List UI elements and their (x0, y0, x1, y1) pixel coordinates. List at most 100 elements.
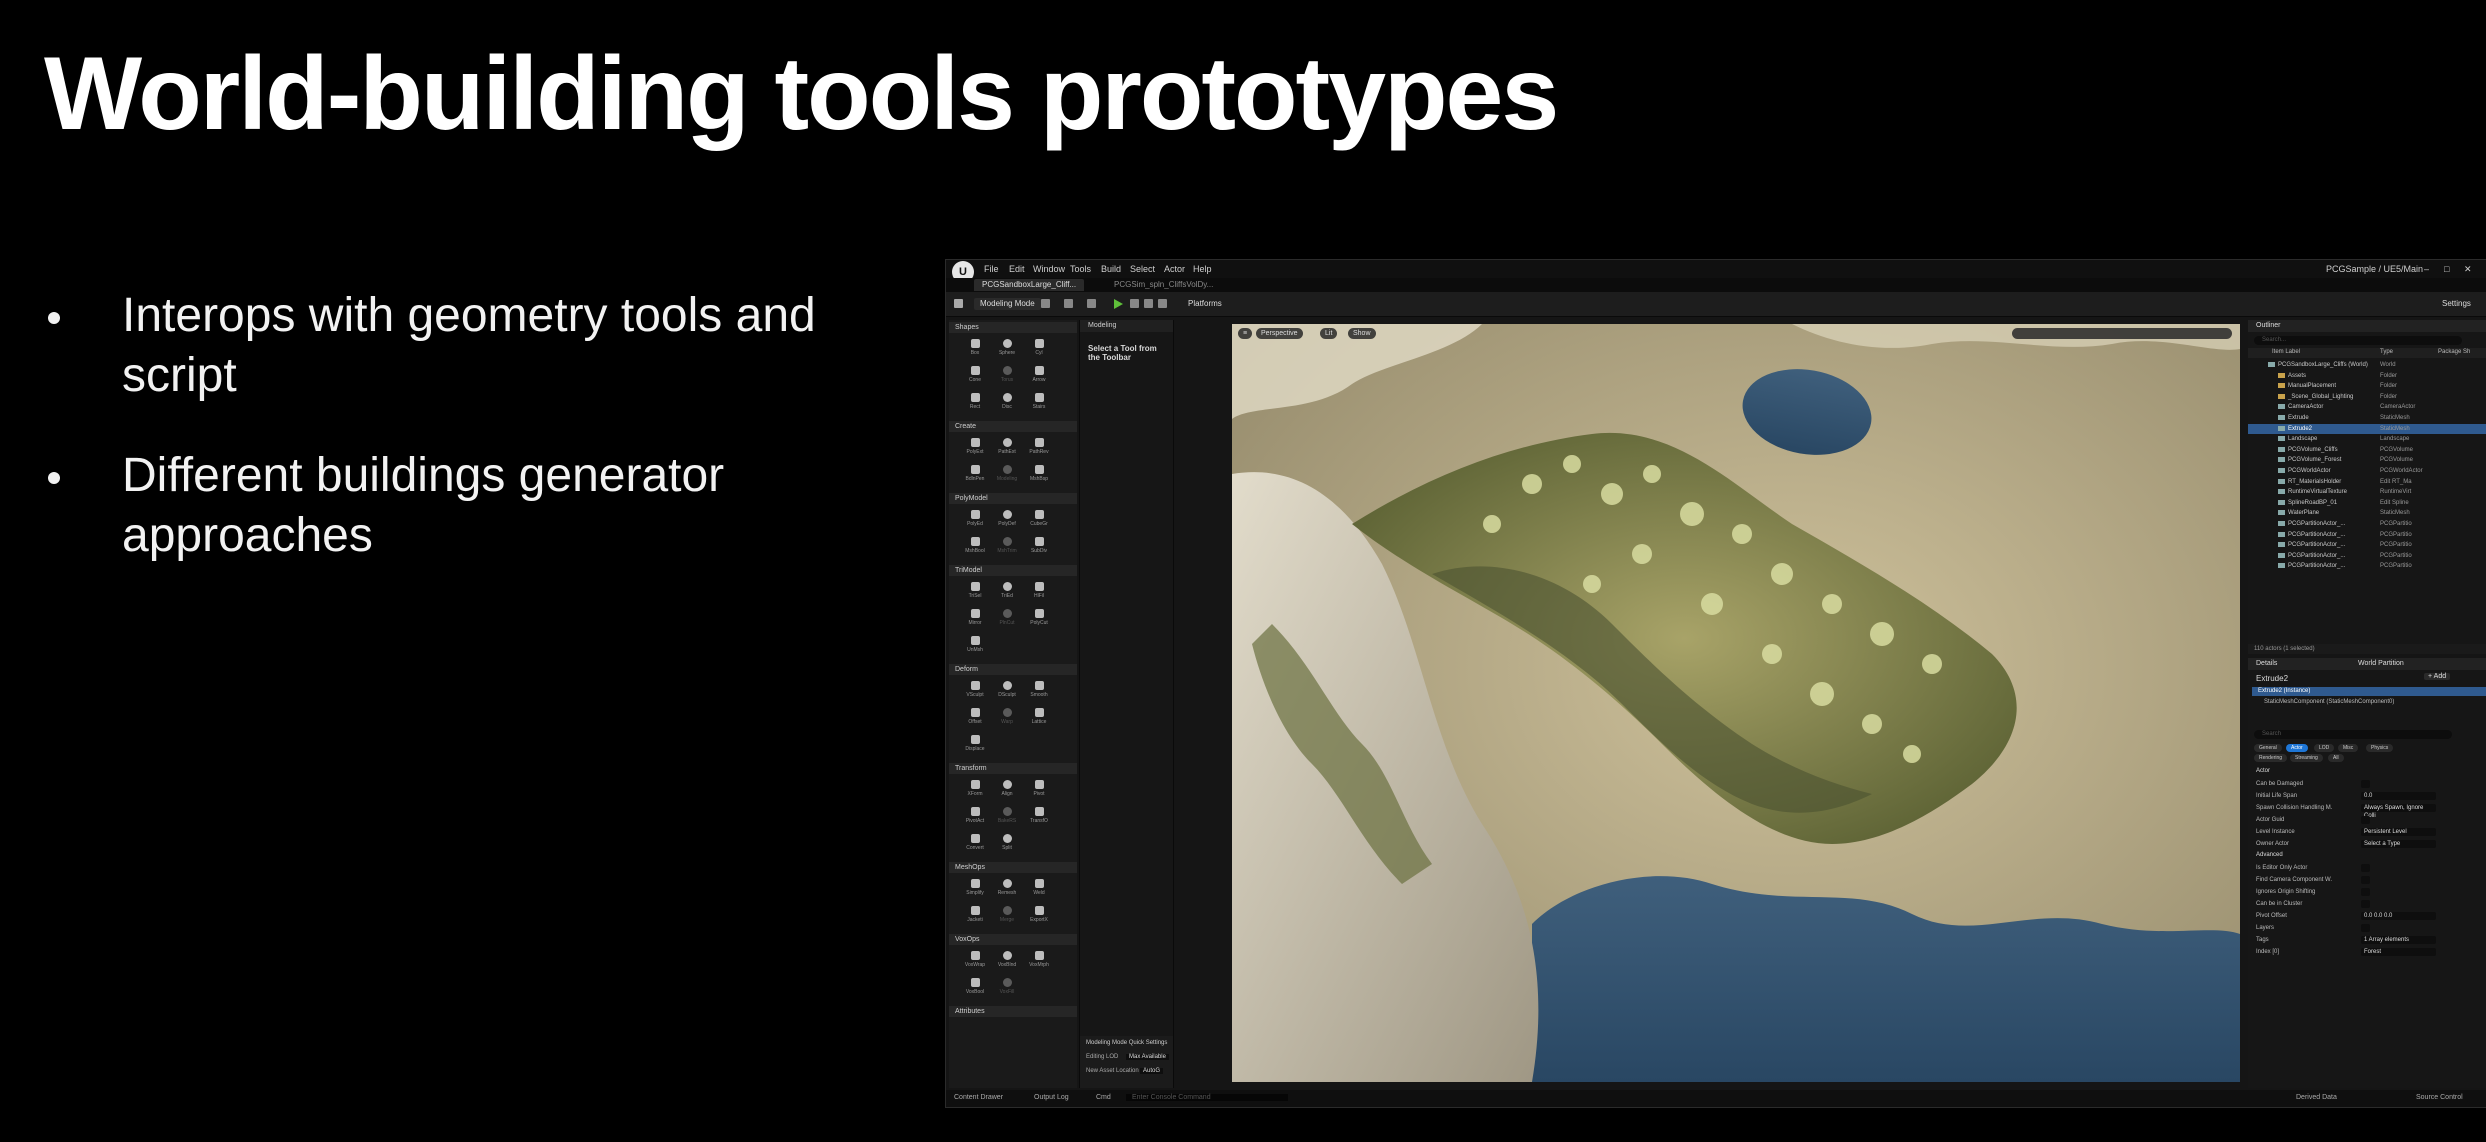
details-tab[interactable]: Details (2256, 660, 2277, 667)
menu-file[interactable]: File (984, 264, 999, 274)
palette-tool-button[interactable]: PathRev (1023, 435, 1055, 462)
cmd-dropdown[interactable]: Cmd (1096, 1094, 1111, 1101)
add-component-button[interactable]: + Add (2424, 673, 2451, 680)
property-value[interactable]: 0.0 (2361, 792, 2436, 800)
palette-tool-button[interactable]: PathExt (991, 435, 1023, 462)
palette-category[interactable]: Shapes (949, 322, 1077, 333)
menu-help[interactable]: Help (1193, 264, 1212, 274)
menu-window[interactable]: Window (1033, 264, 1065, 274)
blueprint-icon[interactable] (1064, 299, 1073, 308)
source-control-button[interactable]: Source Control (2416, 1094, 2463, 1101)
outliner-row[interactable]: Extrude2 StaticMesh (2248, 423, 2486, 434)
new-asset-location-select[interactable]: AutoG (1140, 1068, 1164, 1074)
palette-tool-button[interactable]: BakeRS (991, 804, 1023, 831)
property-value[interactable]: Forest (2361, 948, 2436, 956)
stop-icon[interactable] (1144, 299, 1153, 308)
palette-tool-button[interactable]: MshBool (959, 534, 991, 561)
perspective-button[interactable]: Perspective (1256, 328, 1303, 339)
content-drawer-button[interactable]: Content Drawer (954, 1094, 1003, 1101)
property-checkbox[interactable] (2361, 816, 2370, 824)
palette-tool-button[interactable]: Offset (959, 705, 991, 732)
palette-tool-button[interactable]: BdlnPen (959, 462, 991, 489)
palette-tool-button[interactable]: VoxWrap (959, 948, 991, 975)
palette-tool-button[interactable]: ExportX (1023, 903, 1055, 930)
property-checkbox[interactable] (2361, 864, 2370, 872)
palette-tool-button[interactable]: Cone (959, 363, 991, 390)
sequencer-icon[interactable] (1087, 299, 1096, 308)
palette-tool-button[interactable]: PolyEd (959, 507, 991, 534)
palette-category[interactable]: Create (949, 421, 1077, 432)
palette-tool-button[interactable]: VoxMrph (1023, 948, 1055, 975)
console-input[interactable]: Enter Console Command (1126, 1094, 1288, 1101)
palette-category[interactable]: Deform (949, 664, 1077, 675)
filter-chip[interactable]: Actor (2286, 744, 2308, 752)
palette-tool-button[interactable]: UnMsh (959, 633, 991, 660)
outliner-row[interactable]: PCGWorldActor PCGWorldActor (2248, 466, 2486, 476)
output-log-button[interactable]: Output Log (1034, 1094, 1069, 1101)
palette-tool-button[interactable]: MshBsp (1023, 462, 1055, 489)
palette-tool-button[interactable]: Smooth (1023, 678, 1055, 705)
property-value[interactable]: 0.0 0.0 0.0 (2361, 912, 2436, 920)
column-package[interactable]: Package Sh (2438, 349, 2470, 355)
palette-tool-button[interactable]: CubeGr (1023, 507, 1055, 534)
outliner-row[interactable]: PCGPartitionActor_... PCGPartitio (2248, 540, 2486, 550)
section-actor-header[interactable]: Actor (2256, 768, 2270, 774)
filter-chip[interactable]: Physics (2366, 744, 2394, 752)
section-advanced-header[interactable]: Advanced (2256, 852, 2283, 858)
save-icon[interactable] (954, 299, 963, 308)
outliner-row[interactable]: _Scene_Global_Lighting Folder (2248, 392, 2486, 402)
viewport-transform-toolbar[interactable] (2012, 328, 2232, 339)
mode-dropdown[interactable]: Modeling Mode (974, 298, 1041, 310)
filter-chip[interactable]: All (2328, 754, 2344, 762)
palette-tool-button[interactable]: Modeling (991, 462, 1023, 489)
property-checkbox[interactable] (2361, 900, 2370, 908)
palette-tool-button[interactable]: Torus (991, 363, 1023, 390)
outliner-row[interactable]: PCGSandboxLarge_Cliffs (World) World (2248, 360, 2486, 370)
palette-category[interactable]: Transform (949, 763, 1077, 774)
column-item-label[interactable]: Item Label (2272, 349, 2300, 355)
palette-tool-button[interactable]: PolyDef (991, 507, 1023, 534)
palette-tool-button[interactable]: VoxBool (959, 975, 991, 1002)
add-actor-icon[interactable] (1041, 299, 1050, 308)
palette-tool-button[interactable]: PlnCut (991, 606, 1023, 633)
editing-lod-select[interactable]: Max Available (1126, 1054, 1169, 1060)
filter-chip[interactable]: General (2254, 744, 2282, 752)
palette-tool-button[interactable]: Lattice (1023, 705, 1055, 732)
outliner-row[interactable]: SplineRoadBP_01 Edit Spline (2248, 498, 2486, 508)
palette-tool-button[interactable]: Cyl (1023, 336, 1055, 363)
platforms-button[interactable]: Platforms (1182, 298, 1228, 310)
column-type[interactable]: Type (2380, 349, 2393, 355)
palette-category[interactable]: TriModel (949, 565, 1077, 576)
minimize-icon[interactable]: – (2424, 264, 2429, 274)
outliner-row[interactable]: PCGVolume_Forest PCGVolume (2248, 455, 2486, 465)
viewport-menu-icon[interactable]: ≡ (1238, 328, 1253, 339)
palette-tool-button[interactable]: Arrow (1023, 363, 1055, 390)
palette-tool-button[interactable]: Pivot (1023, 777, 1055, 804)
property-value[interactable]: Persistent Level (2361, 828, 2436, 836)
maximize-icon[interactable]: □ (2444, 264, 2449, 274)
filter-chip[interactable]: LOD (2314, 744, 2335, 752)
eject-icon[interactable] (1158, 299, 1167, 308)
filter-chip[interactable]: Streaming (2290, 754, 2323, 762)
palette-tool-button[interactable]: Displace (959, 732, 991, 759)
palette-tool-button[interactable]: Weld (1023, 876, 1055, 903)
outliner-row[interactable]: Extrude StaticMesh (2248, 413, 2486, 423)
outliner-search-input[interactable]: Search... (2254, 336, 2462, 345)
outliner-row[interactable]: PCGPartitionActor_... PCGPartitio (2248, 551, 2486, 561)
property-value[interactable]: Select a Type (2361, 840, 2436, 848)
palette-tool-button[interactable]: Split (991, 831, 1023, 858)
outliner-row[interactable]: PCGPartitionActor_... PCGPartitio (2248, 530, 2486, 540)
palette-tool-button[interactable]: Simplify (959, 876, 991, 903)
outliner-row[interactable]: Assets Folder (2248, 371, 2486, 381)
palette-tool-button[interactable]: SubDiv (1023, 534, 1055, 561)
menu-actor[interactable]: Actor (1164, 264, 1185, 274)
settings-button[interactable]: Settings (2436, 298, 2477, 310)
show-button[interactable]: Show (1348, 328, 1376, 339)
component-root[interactable]: Extrude2 (Instance) (2252, 687, 2486, 696)
menu-edit[interactable]: Edit (1009, 264, 1025, 274)
outliner-row[interactable]: WaterPlane StaticMesh (2248, 508, 2486, 518)
menu-tools[interactable]: Tools (1070, 264, 1091, 274)
outliner-row[interactable]: PCGVolume_Cliffs PCGVolume (2248, 445, 2486, 455)
details-search-input[interactable]: Search (2254, 730, 2452, 739)
palette-tool-button[interactable]: Disc (991, 390, 1023, 417)
